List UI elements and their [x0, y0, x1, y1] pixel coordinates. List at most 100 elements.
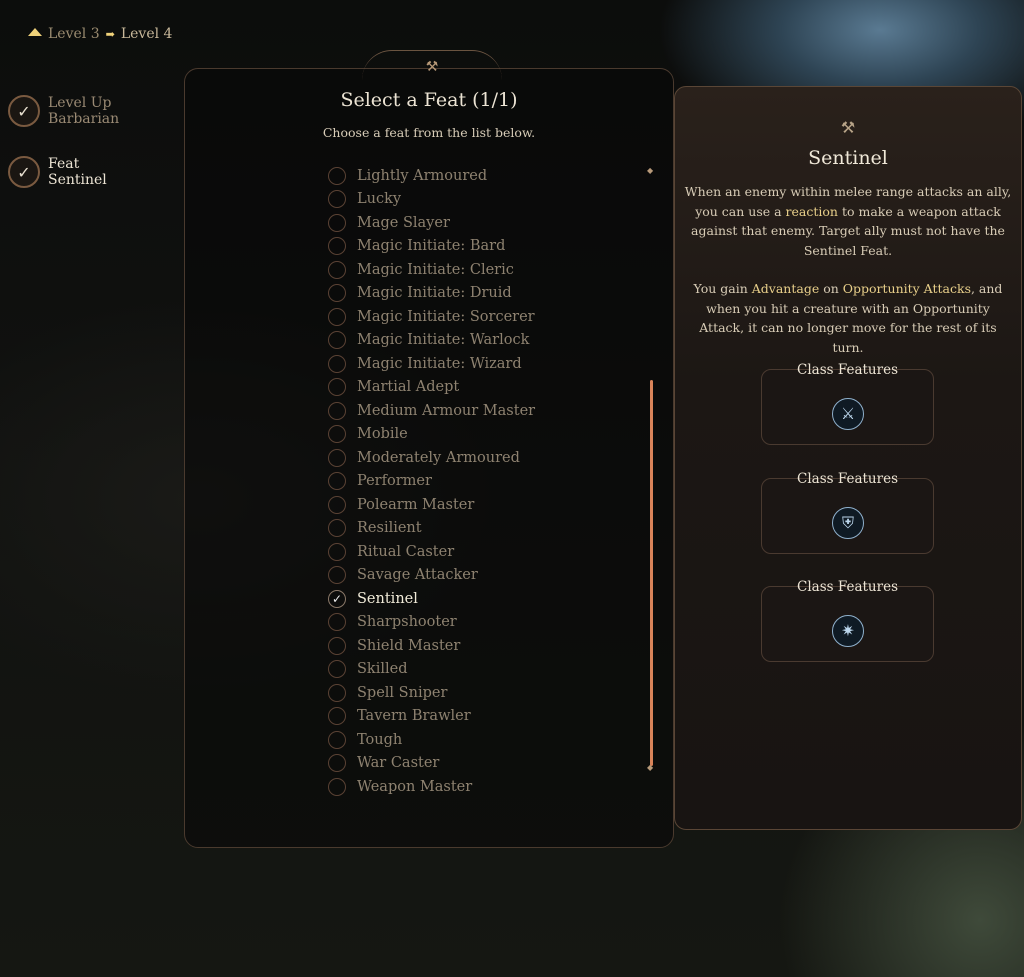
radio-icon[interactable] [328, 378, 346, 397]
feat-option[interactable]: Polearm Master [328, 493, 535, 517]
radio-icon[interactable] [328, 260, 346, 279]
step-sublabel: Sentinel [48, 172, 107, 188]
scroll-up-arrow-icon[interactable]: ◆ [647, 166, 653, 175]
radio-icon[interactable] [328, 284, 346, 303]
feat-option[interactable]: Skilled [328, 658, 535, 682]
feat-option[interactable]: Savage Attacker [328, 564, 535, 588]
feat-label: Magic Initiate: Druid [357, 285, 512, 302]
radio-icon[interactable] [328, 472, 346, 491]
feat-option[interactable]: Sharpshooter [328, 611, 535, 635]
radio-icon[interactable] [328, 660, 346, 679]
radio-icon[interactable] [328, 566, 346, 585]
breadcrumb: Level 3 ➡ Level 4 [28, 26, 172, 42]
feat-option[interactable]: ✓ Sentinel [328, 587, 535, 611]
feat-label: Ritual Caster [357, 543, 455, 560]
feat-option[interactable]: Performer [328, 470, 535, 494]
feat-label: Moderately Armoured [357, 449, 520, 466]
feat-option[interactable]: Resilient [328, 517, 535, 541]
feat-label: Mage Slayer [357, 214, 450, 231]
radio-icon[interactable] [328, 613, 346, 632]
radio-icon[interactable] [328, 754, 346, 773]
radio-icon[interactable] [328, 237, 346, 256]
feat-option[interactable]: Ritual Caster [328, 540, 535, 564]
radio-icon[interactable] [328, 190, 346, 209]
radio-checked-icon[interactable]: ✓ [328, 589, 346, 608]
step-feat[interactable]: ✓ Feat Sentinel [8, 156, 107, 188]
feat-label: Weapon Master [357, 778, 473, 795]
step-label: Level Up [48, 95, 112, 111]
feat-label: Medium Armour Master [357, 402, 536, 419]
feat-label: Spell Sniper [357, 684, 448, 701]
step-sublabel: Barbarian [48, 111, 120, 127]
feat-label: Magic Initiate: Cleric [357, 261, 514, 278]
level-up-arrow-icon [28, 28, 42, 36]
radio-icon[interactable] [328, 331, 346, 350]
radio-icon[interactable] [328, 730, 346, 749]
radio-icon[interactable] [328, 401, 346, 420]
feat-description-1: When an enemy within melee range attacks… [684, 184, 1012, 258]
feat-option[interactable]: Mobile [328, 423, 535, 447]
radio-icon[interactable] [328, 495, 346, 514]
feat-option[interactable]: Shield Master [328, 634, 535, 658]
feat-option[interactable]: Martial Adept [328, 376, 535, 400]
radio-icon[interactable] [328, 542, 346, 561]
feat-option[interactable]: Moderately Armoured [328, 446, 535, 470]
radio-icon[interactable] [328, 519, 346, 538]
class-feature-label: Class Features [797, 362, 898, 378]
radio-icon[interactable] [328, 307, 346, 326]
feat-list: Lightly Armoured Lucky Mage Slayer Magic In… [328, 164, 535, 799]
feat-label: Performer [357, 473, 432, 490]
shield-crest-icon: ⛨ [832, 507, 864, 539]
radio-icon[interactable] [328, 448, 346, 467]
opportunity-attacks-keyword[interactable]: Opportunity Attacks [843, 281, 971, 296]
feat-option[interactable]: Tough [328, 728, 535, 752]
feat-option[interactable]: Magic Initiate: Druid [328, 282, 535, 306]
feat-option[interactable]: Weapon Master [328, 775, 535, 799]
feat-option[interactable]: Mage Slayer [328, 211, 535, 235]
radio-icon[interactable] [328, 166, 346, 185]
feat-label: Shield Master [357, 637, 461, 654]
feat-label: Lucky [357, 191, 402, 208]
class-feature-label: Class Features [797, 471, 898, 487]
scroll-down-arrow-icon[interactable]: ◆ [647, 763, 653, 772]
feat-label: Savage Attacker [357, 567, 478, 584]
radio-icon[interactable] [328, 213, 346, 232]
class-feature-label: Class Features [797, 579, 898, 595]
radio-icon[interactable] [328, 636, 346, 655]
class-feature-card[interactable]: Class Features ⛨ [761, 471, 934, 554]
feat-option[interactable]: Medium Armour Master [328, 399, 535, 423]
feat-option[interactable]: Magic Initiate: Cleric [328, 258, 535, 282]
feat-option[interactable]: Magic Initiate: Bard [328, 235, 535, 259]
step-level-up[interactable]: ✓ Level Up Barbarian [8, 95, 119, 127]
sword-crest-icon: ⚔ [832, 398, 864, 430]
feat-label: Lightly Armoured [357, 167, 488, 184]
spiked-crest-icon: ✷ [832, 615, 864, 647]
radio-icon[interactable] [328, 425, 346, 444]
step-label: Feat [48, 156, 80, 172]
feat-option[interactable]: Magic Initiate: Sorcerer [328, 305, 535, 329]
feat-panel-subtitle: Choose a feat from the list below. [322, 125, 536, 140]
radio-icon[interactable] [328, 683, 346, 702]
feat-option[interactable]: Lightly Armoured [328, 164, 535, 188]
feat-option[interactable]: Lucky [328, 188, 535, 212]
feat-option[interactable]: Magic Initiate: Warlock [328, 329, 535, 353]
feat-option[interactable]: Tavern Brawler [328, 705, 535, 729]
feat-label: Sharpshooter [357, 614, 457, 631]
from-level: Level 3 [48, 26, 100, 42]
scrollbar-thumb[interactable] [650, 380, 653, 766]
feat-option[interactable]: Spell Sniper [328, 681, 535, 705]
reaction-keyword[interactable]: reaction [786, 204, 838, 219]
advantage-keyword[interactable]: Advantage [752, 281, 819, 296]
radio-icon[interactable] [328, 777, 346, 796]
feat-description-2: You gain Advantage on Opportunity Attack… [693, 281, 1003, 355]
feat-label: Tough [357, 731, 403, 748]
radio-icon[interactable] [328, 707, 346, 726]
to-level: Level 4 [120, 26, 173, 42]
feat-label: Skilled [357, 661, 408, 678]
radio-icon[interactable] [328, 354, 346, 373]
class-feature-card[interactable]: Class Features ✷ [761, 579, 934, 662]
feat-option[interactable]: Magic Initiate: Wizard [328, 352, 535, 376]
class-feature-card[interactable]: Class Features ⚔ [761, 362, 934, 445]
hammer-icon: ⚒ [362, 50, 502, 80]
feat-option[interactable]: War Caster [328, 752, 535, 776]
